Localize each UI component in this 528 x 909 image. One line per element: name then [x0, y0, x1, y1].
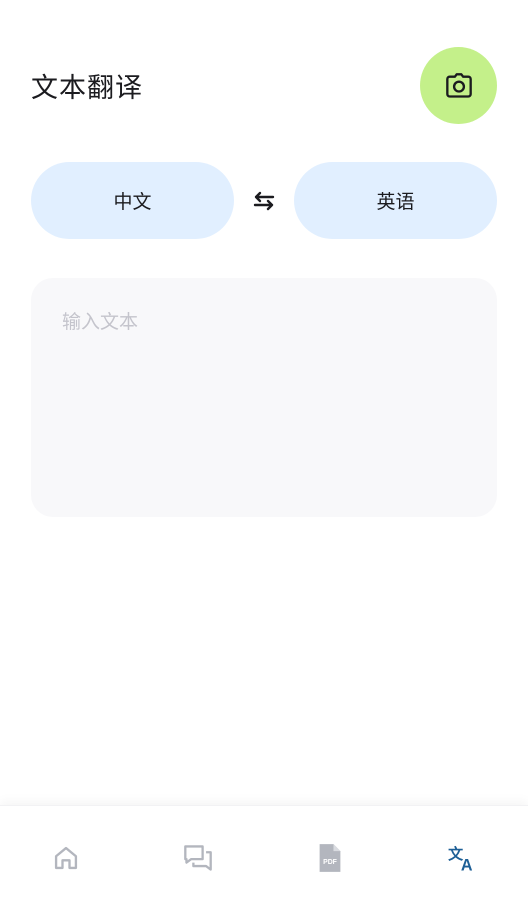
translate-icon: 文 A — [448, 845, 473, 872]
text-input-card — [31, 278, 497, 517]
nav-item-translate[interactable]: 文 A — [396, 806, 528, 909]
chat-icon — [184, 845, 212, 871]
home-icon — [54, 846, 78, 870]
swap-arrows-icon — [253, 191, 275, 211]
text-input[interactable] — [31, 278, 497, 517]
camera-button[interactable] — [420, 47, 497, 124]
svg-text:A: A — [461, 857, 473, 872]
svg-text:PDF: PDF — [323, 859, 337, 866]
nav-item-pdf[interactable]: PDF — [264, 806, 396, 909]
pdf-icon: PDF — [319, 844, 341, 872]
swap-languages-button[interactable] — [249, 186, 279, 216]
translate-screen: 文本翻译 中文 英语 输入文本 PDF 文 A — [0, 0, 528, 909]
nav-item-home[interactable] — [0, 806, 132, 909]
page-title: 文本翻译 — [31, 73, 143, 104]
source-language-button[interactable]: 中文 — [31, 162, 234, 239]
target-language-button[interactable]: 英语 — [294, 162, 497, 239]
target-language-label: 英语 — [376, 191, 415, 213]
bottom-navigation: PDF 文 A — [0, 805, 528, 909]
nav-item-chat[interactable] — [132, 806, 264, 909]
source-language-label: 中文 — [113, 191, 152, 213]
camera-icon — [445, 72, 472, 98]
